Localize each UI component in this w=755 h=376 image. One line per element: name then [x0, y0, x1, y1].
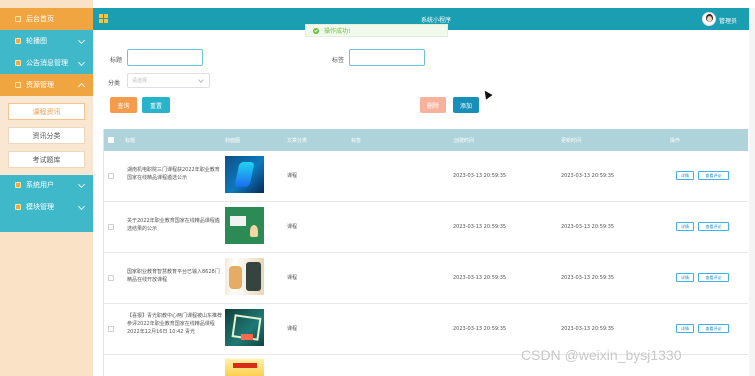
title-input[interactable] — [127, 49, 203, 66]
scrollbar[interactable] — [749, 8, 755, 376]
table-row[interactable]: 湖南机电职院三门课程获2022年职业教育国家在线精品课程遴选公示 课程 2023… — [104, 151, 748, 202]
sidebar-item-notice[interactable]: 公告消息管理 — [0, 52, 93, 74]
category-placeholder: 请选择 — [132, 78, 148, 84]
chevron-up-icon — [77, 82, 86, 91]
header-cover: 封面图 — [225, 138, 241, 144]
module-icon — [15, 204, 21, 210]
toast-message: 操作成功! — [324, 28, 351, 35]
submenu-exam-bank[interactable]: 考试题库 — [8, 151, 85, 168]
query-button[interactable]: 查询 — [110, 97, 137, 113]
sidebar-item-label: 系统用户 — [26, 181, 54, 189]
sidebar-item-module[interactable]: 模块管理 — [0, 196, 93, 218]
row-updated-time: 2023-03-13 20:59:35 — [561, 326, 615, 332]
cover-image — [225, 156, 264, 193]
cover-image — [225, 309, 264, 346]
row-checkbox[interactable] — [108, 173, 114, 179]
chevron-down-icon — [77, 202, 86, 211]
row-checkbox[interactable] — [108, 275, 114, 281]
resource-submenu: 课程资讯 资讯分类 考试题库 — [0, 96, 93, 175]
row-created-time: 2023-03-13 20:59:35 — [453, 224, 507, 230]
header-actions: 操作 — [670, 138, 681, 144]
category-select[interactable]: 请选择 — [127, 73, 210, 88]
row-category: 课程 — [287, 173, 298, 179]
home-icon — [15, 16, 21, 22]
sidebar-item-label: 公告消息管理 — [26, 59, 68, 67]
avatar[interactable] — [702, 12, 716, 26]
category-label: 分类 — [108, 80, 121, 87]
row-title: 国家职业教育智慧教育平台已输入8628门精品在线开放课程 — [127, 269, 220, 283]
admin-page: 后台首页 轮播图 公告消息管理 资源管理 课程资讯 资讯分类 考试题库 系统用户 — [0, 0, 755, 376]
header-tag: 标签 — [351, 138, 362, 144]
add-button[interactable]: 添加 — [453, 97, 479, 113]
sidebar-item-label: 模块管理 — [26, 203, 54, 211]
image-icon — [15, 38, 21, 44]
chevron-down-icon — [77, 58, 86, 67]
success-toast: 操作成功! — [305, 24, 448, 37]
reset-button[interactable]: 重置 — [142, 97, 170, 113]
view-comments-button[interactable]: 查看评论 — [698, 171, 729, 180]
success-icon — [313, 27, 319, 34]
header-updated: 更新时间 — [561, 138, 582, 144]
mouse-cursor-icon — [481, 88, 493, 100]
view-comments-button[interactable]: 查看评论 — [698, 222, 729, 231]
resource-icon — [15, 82, 21, 88]
sidebar-item-home[interactable]: 后台首页 — [0, 8, 93, 30]
cover-image — [225, 258, 264, 295]
table-row[interactable]: 关于2022年职业教育国家在线精品课程遴选结果的公示 课程 2023-03-13… — [104, 202, 748, 253]
watermark: CSDN @weixin_bysj1330 — [521, 347, 682, 363]
row-title: 湖南机电职院三门课程获2022年职业教育国家在线精品课程遴选公示 — [127, 167, 220, 181]
admin-name[interactable]: 管理员 — [719, 16, 737, 25]
data-table: 标题 封面图 文章分类 标签 创建时间 更新时间 操作 湖南机电职院三门课程获2… — [103, 129, 748, 376]
detail-button[interactable]: 详情 — [676, 171, 694, 180]
title-label: 标题 — [110, 57, 123, 64]
view-comments-button[interactable]: 查看评论 — [698, 324, 729, 333]
row-checkbox[interactable] — [108, 224, 114, 230]
row-category: 课程 — [287, 224, 298, 230]
row-created-time: 2023-03-13 20:59:35 — [453, 275, 507, 281]
row-title: 【喜报】青光职教中心两门课程被山东推荐参评2022年职业教育国家在线精品课程 2… — [127, 313, 223, 335]
row-updated-time: 2023-03-13 20:59:35 — [561, 173, 615, 179]
user-icon — [15, 182, 21, 188]
row-updated-time: 2023-03-13 20:59:35 — [561, 275, 615, 281]
row-created-time: 2023-03-13 20:59:35 — [453, 173, 507, 179]
header-created: 创建时间 — [454, 138, 475, 144]
view-comments-button[interactable]: 查看评论 — [698, 273, 729, 282]
row-updated-time: 2023-03-13 20:59:35 — [561, 224, 615, 230]
sidebar: 后台首页 轮播图 公告消息管理 资源管理 课程资讯 资讯分类 考试题库 系统用户 — [0, 0, 93, 376]
sidebar-item-resource[interactable]: 资源管理 — [0, 74, 93, 96]
sidebar-item-label: 资源管理 — [26, 81, 54, 89]
chevron-down-icon — [77, 180, 86, 189]
header-category: 文章分类 — [287, 138, 308, 144]
header-title: 标题 — [125, 138, 136, 144]
tag-input[interactable] — [349, 49, 425, 66]
sidebar-item-carousel[interactable]: 轮播图 — [0, 30, 93, 52]
sidebar-item-system-user[interactable]: 系统用户 — [0, 174, 93, 196]
select-all-checkbox[interactable] — [108, 137, 114, 143]
notice-icon — [15, 60, 21, 66]
row-created-time: 2023-03-13 20:59:35 — [453, 326, 507, 332]
row-category: 课程 — [287, 326, 298, 332]
chevron-down-icon — [77, 36, 86, 45]
table-row[interactable]: 国家职业教育智慧教育平台已输入8628门精品在线开放课程 课程 2023-03-… — [104, 253, 748, 304]
submenu-course-news[interactable]: 课程资讯 — [8, 103, 85, 120]
submenu-news-category[interactable]: 资讯分类 — [8, 127, 85, 144]
row-category: 课程 — [287, 275, 298, 281]
sidebar-item-label: 后台首页 — [26, 15, 54, 23]
detail-button[interactable]: 详情 — [676, 273, 694, 282]
table-header: 标题 封面图 文章分类 标签 创建时间 更新时间 操作 — [104, 129, 748, 151]
cover-image — [225, 207, 264, 244]
tag-label: 标签 — [332, 57, 345, 64]
sidebar-item-label: 轮播图 — [26, 37, 47, 45]
detail-button[interactable]: 详情 — [676, 222, 694, 231]
cover-image — [225, 359, 264, 376]
row-checkbox[interactable] — [108, 326, 114, 332]
row-title: 关于2022年职业教育国家在线精品课程遴选结果的公示 — [127, 218, 220, 232]
page-title: 系统小程序 — [421, 17, 452, 24]
delete-button[interactable]: 删除 — [420, 97, 446, 113]
detail-button[interactable]: 详情 — [676, 324, 694, 333]
grid-icon[interactable] — [99, 14, 108, 23]
